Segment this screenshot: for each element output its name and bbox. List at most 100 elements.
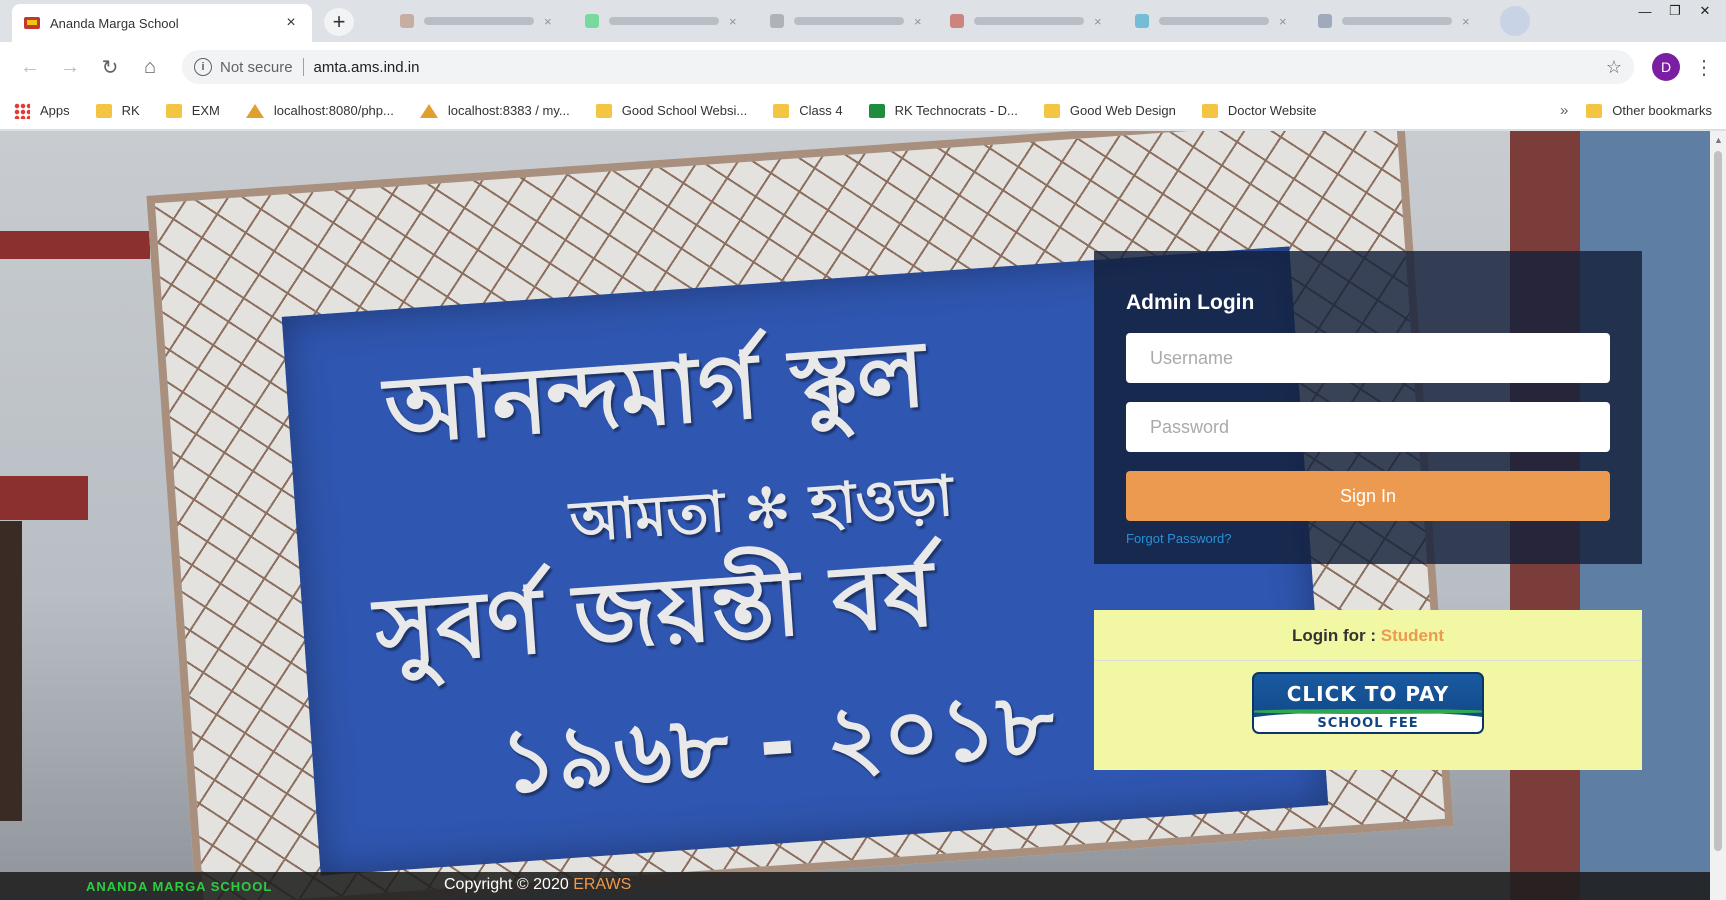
bookmark-rk-technocrats[interactable]: RK Technocrats - D... <box>868 103 1018 118</box>
back-icon[interactable]: ← <box>12 49 48 85</box>
forward-icon[interactable]: → <box>52 49 88 85</box>
close-window-button[interactable]: ✕ <box>1690 0 1720 22</box>
folder-icon <box>773 103 790 118</box>
close-tab-icon[interactable]: × <box>282 14 300 32</box>
background-tab[interactable]: × <box>585 8 737 34</box>
bookmark-exm[interactable]: EXM <box>165 103 220 118</box>
bookmark-label: localhost:8080/php... <box>273 103 394 118</box>
bookmark-label: RK Technocrats - D... <box>894 103 1018 118</box>
address-bar[interactable]: i Not secure amta.ams.ind.in ☆ <box>182 50 1634 84</box>
folder-icon <box>165 103 182 118</box>
close-tab-icon[interactable]: × <box>1279 14 1287 29</box>
password-input[interactable] <box>1126 402 1610 452</box>
tab-search-icon[interactable] <box>1500 6 1530 36</box>
bookmark-rk[interactable]: RK <box>95 103 140 118</box>
window-controls: — ❐ ✕ <box>1630 0 1720 22</box>
bookmark-other-bookmarks[interactable]: Other bookmarks <box>1586 103 1712 118</box>
folder-icon <box>595 103 612 118</box>
pay-school-fee-button[interactable]: CLICK TO PAY SCHOOL FEE <box>1252 672 1484 734</box>
close-tab-icon[interactable]: × <box>1094 14 1102 29</box>
username-input[interactable] <box>1126 333 1610 383</box>
minimize-button[interactable]: — <box>1630 0 1660 22</box>
bookmark-label: EXM <box>191 103 220 118</box>
background-tab[interactable]: × <box>950 8 1102 34</box>
bookmark-label: Other bookmarks <box>1612 103 1712 118</box>
background-tab[interactable]: × <box>400 8 552 34</box>
student-login-link[interactable]: Student <box>1381 626 1444 645</box>
footer-brand: ANANDA MARGA SCHOOL <box>86 879 273 894</box>
bookmarks-overflow-icon[interactable]: » <box>1560 102 1568 119</box>
copyright-text: Copyright © 2020 <box>444 876 569 893</box>
url-text[interactable]: amta.ams.ind.in <box>314 59 1606 76</box>
whatsapp-favicon-icon <box>585 14 599 28</box>
tab-ananda-marga-school[interactable]: Ananda Marga School × <box>12 4 312 42</box>
xampp-icon <box>419 103 438 118</box>
bookmark-localhost-8080[interactable]: localhost:8080/php... <box>245 103 394 118</box>
pay-button-line1: CLICK TO PAY <box>1286 682 1450 706</box>
admin-login-panel: Admin Login Sign In Forgot Password? <box>1094 251 1642 564</box>
home-icon[interactable]: ⌂ <box>132 49 168 85</box>
close-tab-icon[interactable]: × <box>729 14 737 29</box>
bookmark-label: Good Web Design <box>1069 103 1176 118</box>
forgot-password-link[interactable]: Forgot Password? <box>1126 531 1232 546</box>
login-for-text: Login for : Student <box>1094 626 1642 646</box>
close-tab-icon[interactable]: × <box>914 14 922 29</box>
developer-link[interactable]: ERAWS <box>573 876 631 893</box>
bookmark-label: RK <box>121 103 140 118</box>
bookmark-label: localhost:8383 / my... <box>447 103 570 118</box>
new-tab-button[interactable]: + <box>324 8 354 36</box>
tab-title-blurred <box>974 17 1084 25</box>
bookmark-doctor-website[interactable]: Doctor Website <box>1201 103 1317 118</box>
profile-avatar[interactable]: D <box>1652 53 1680 81</box>
reload-icon[interactable]: ↻ <box>92 49 128 85</box>
info-icon[interactable]: i <box>194 58 212 76</box>
background-window <box>0 521 22 821</box>
folder-icon <box>1586 103 1603 118</box>
tab-title-blurred <box>424 17 534 25</box>
tab-strip: Ananda Marga School × + × × × × × × — ❐ … <box>0 0 1726 42</box>
tab-title-blurred <box>794 17 904 25</box>
maximize-button[interactable]: ❐ <box>1660 0 1690 22</box>
folder-icon <box>95 103 112 118</box>
bookmark-label: Apps <box>40 103 70 118</box>
apps-grid-icon <box>14 102 30 119</box>
login-title: Admin Login <box>1126 291 1255 314</box>
page-scrollbar[interactable]: ▲ <box>1710 131 1726 900</box>
background-tab[interactable]: × <box>770 8 922 34</box>
bookmark-label: Class 4 <box>799 103 843 118</box>
student-pay-panel: Login for : Student CLICK TO PAY SCHOOL … <box>1094 610 1642 770</box>
tab-favicon-icon <box>400 14 414 28</box>
bookmark-localhost-8383[interactable]: localhost:8383 / my... <box>419 103 570 118</box>
background-tab[interactable]: × <box>1135 8 1287 34</box>
bookmark-label: Doctor Website <box>1227 103 1317 118</box>
folder-icon <box>1043 103 1060 118</box>
bookmark-label: Good School Websi... <box>621 103 748 118</box>
scroll-up-icon[interactable]: ▲ <box>1714 135 1723 145</box>
background-ledge <box>0 231 150 259</box>
address-divider <box>302 58 304 76</box>
close-tab-icon[interactable]: × <box>1462 14 1470 29</box>
tab-title-blurred <box>609 17 719 25</box>
background-tab[interactable]: × <box>1318 8 1470 34</box>
bookmark-class-4[interactable]: Class 4 <box>773 103 843 118</box>
xampp-icon <box>245 103 264 118</box>
tab-title: Ananda Marga School <box>50 15 179 31</box>
tab-favicon-icon <box>1318 14 1332 28</box>
close-tab-icon[interactable]: × <box>544 14 552 29</box>
folder-icon <box>1201 103 1218 118</box>
scrollbar-thumb[interactable] <box>1714 151 1722 851</box>
tab-favicon-icon <box>770 14 784 28</box>
tab-favicon-icon <box>1135 14 1149 28</box>
background-ledge <box>0 476 88 520</box>
kebab-menu-icon[interactable]: ⋮ <box>1694 55 1714 80</box>
star-icon[interactable]: ☆ <box>1606 57 1622 78</box>
bookmark-good-web-design[interactable]: Good Web Design <box>1043 103 1176 118</box>
browser-toolbar: ← → ↻ ⌂ i Not secure amta.ams.ind.in ☆ D… <box>0 42 1726 92</box>
security-label[interactable]: Not secure <box>220 59 293 76</box>
sign-in-button[interactable]: Sign In <box>1126 471 1610 521</box>
bookmark-good-school-websites[interactable]: Good School Websi... <box>595 103 748 118</box>
pay-button-line2: SCHOOL FEE <box>1317 716 1419 731</box>
tab-favicon-icon <box>950 14 964 28</box>
bookmark-apps[interactable]: Apps <box>14 102 70 119</box>
school-favicon-icon <box>24 17 40 29</box>
